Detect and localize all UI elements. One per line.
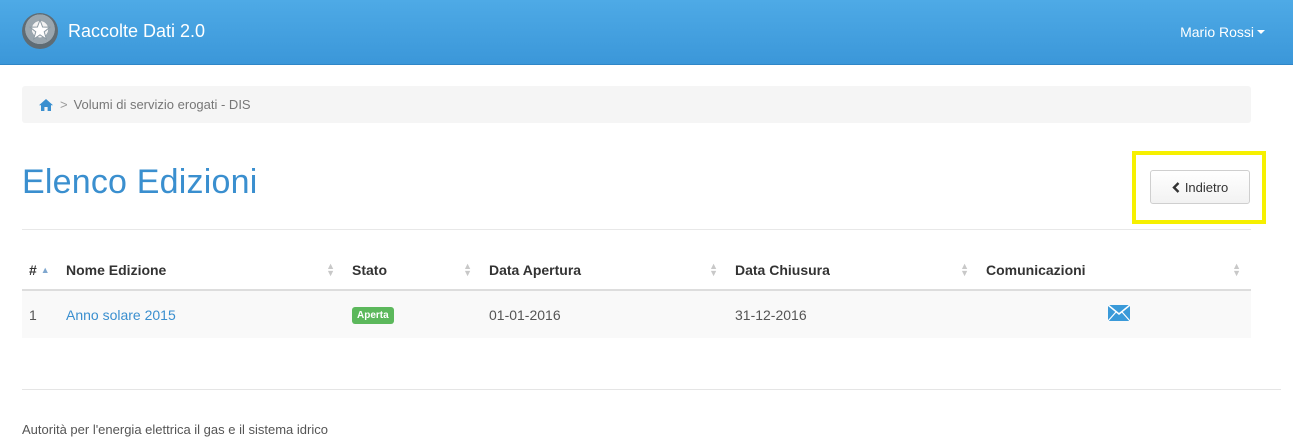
footer-divider xyxy=(22,389,1281,390)
col-header-number[interactable]: # ▲ xyxy=(22,250,59,291)
brand[interactable]: Raccolte Dati 2.0 xyxy=(22,13,205,49)
divider xyxy=(22,229,1251,230)
sort-asc-icon: ▲ xyxy=(40,264,50,275)
closing-date: 31-12-2016 xyxy=(735,306,807,323)
sort-icon: ▲ ▼ xyxy=(709,261,718,278)
opening-date: 01-01-2016 xyxy=(489,306,561,323)
envelope-icon[interactable] xyxy=(1107,305,1130,321)
sort-icon: ▲ ▼ xyxy=(960,261,969,278)
sort-icon: ▲ ▼ xyxy=(463,261,472,278)
user-name: Mario Rossi xyxy=(1180,24,1254,40)
sort-icon: ▲ ▼ xyxy=(1232,261,1241,278)
user-menu-dropdown[interactable]: Mario Rossi xyxy=(1180,24,1265,40)
col-header-closing-date[interactable]: Data Chiusura ▲ ▼ xyxy=(728,250,979,291)
top-navbar: Raccolte Dati 2.0 Mario Rossi xyxy=(0,0,1293,65)
edition-name-link[interactable]: Anno solare 2015 xyxy=(66,307,176,323)
footer-text: Autorità per l'energia elettrica il gas … xyxy=(22,422,328,437)
status-badge: Aperta xyxy=(352,307,394,324)
page-title: Elenco Edizioni xyxy=(22,163,258,201)
home-icon[interactable] xyxy=(39,98,53,111)
emblem-logo xyxy=(22,13,58,49)
star-icon xyxy=(29,19,51,41)
caret-down-icon xyxy=(1257,30,1265,34)
col-header-opening-date[interactable]: Data Apertura ▲ ▼ xyxy=(482,250,728,291)
editions-table: # ▲ Nome Edizione ▲ ▼ Stato ▲ ▼ Data Apertura… xyxy=(22,250,1251,338)
sort-icon: ▲ ▼ xyxy=(326,261,335,278)
col-header-status[interactable]: Stato ▲ ▼ xyxy=(345,250,482,291)
table-header-row: # ▲ Nome Edizione ▲ ▼ Stato ▲ ▼ Data Apertura… xyxy=(22,250,1251,291)
breadcrumb-separator: > xyxy=(60,97,68,112)
col-header-name[interactable]: Nome Edizione ▲ ▼ xyxy=(59,250,345,291)
row-number: 1 xyxy=(29,306,37,323)
breadcrumb-current: Volumi di servizio erogati - DIS xyxy=(73,97,251,112)
col-header-communications[interactable]: Comunicazioni ▲ ▼ xyxy=(979,250,1251,291)
highlight-box xyxy=(1132,151,1266,224)
breadcrumb: > Volumi di servizio erogati - DIS xyxy=(22,86,1251,123)
app-title: Raccolte Dati 2.0 xyxy=(68,20,206,41)
table-row: 1 Anno solare 2015 Aperta 01-01-2016 31-… xyxy=(22,290,1251,338)
